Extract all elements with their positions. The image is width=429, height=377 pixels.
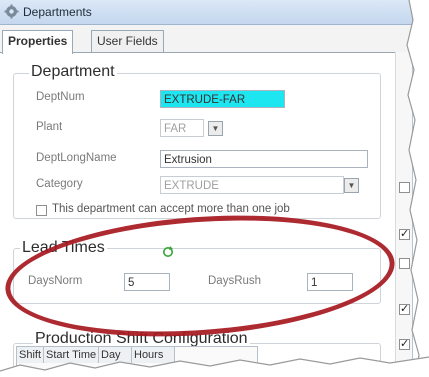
- grid-header-start-time[interactable]: Start Time: [44, 347, 99, 363]
- grid-header-hours[interactable]: Hours: [132, 347, 175, 363]
- shift-grid[interactable]: Shift Start Time Day Hours: [16, 346, 258, 372]
- days-norm-field[interactable]: 5: [124, 273, 170, 291]
- right-column-strip: [395, 52, 412, 372]
- days-rush-field[interactable]: 1: [307, 273, 353, 291]
- days-norm-label: DaysNorm: [28, 275, 83, 287]
- right-checkbox-1[interactable]: [399, 227, 410, 240]
- right-checkbox-5[interactable]: [399, 302, 410, 315]
- right-checkbox-2[interactable]: [399, 337, 410, 350]
- window-title: Departments: [23, 5, 92, 19]
- grid-header-shift[interactable]: Shift: [17, 347, 44, 363]
- multi-job-label: This department can accept more than one…: [52, 203, 290, 215]
- category-label: Category: [36, 178, 83, 190]
- tab-strip: Properties User Fields: [0, 30, 412, 54]
- tab-properties[interactable]: Properties: [2, 30, 74, 54]
- plant-dropdown-button[interactable]: ▼: [208, 121, 223, 136]
- plant-field[interactable]: FAR: [160, 119, 204, 137]
- right-checkbox-4[interactable]: [399, 182, 410, 193]
- deptnum-field[interactable]: EXTRUDE-FAR: [160, 90, 285, 108]
- category-field[interactable]: EXTRUDE: [160, 176, 344, 194]
- deptnum-label: DeptNum: [36, 91, 85, 103]
- title-bar: Departments: [0, 0, 412, 25]
- chevron-down-icon: ▼: [347, 181, 356, 190]
- plant-label: Plant: [36, 121, 63, 133]
- lead-times-title: Lead Times: [20, 239, 107, 257]
- refresh-icon[interactable]: [162, 246, 174, 258]
- department-group-title: Department: [29, 63, 117, 81]
- multi-job-checkbox[interactable]: [36, 205, 47, 216]
- gears-icon: [4, 4, 19, 19]
- category-dropdown-button[interactable]: ▼: [344, 178, 359, 193]
- longname-label: DeptLongName: [36, 152, 117, 164]
- chevron-down-icon: ▼: [211, 124, 220, 133]
- departments-window: Departments Properties User Fields Depar…: [0, 0, 413, 373]
- grid-header-day[interactable]: Day: [99, 347, 132, 363]
- tab-user-fields[interactable]: User Fields: [91, 30, 164, 53]
- right-checkbox-3[interactable]: [399, 258, 410, 269]
- days-rush-label: DaysRush: [208, 275, 262, 287]
- longname-field[interactable]: Extrusion: [160, 150, 368, 168]
- properties-panel: Department DeptNum EXTRUDE-FAR Plant FAR…: [0, 52, 412, 372]
